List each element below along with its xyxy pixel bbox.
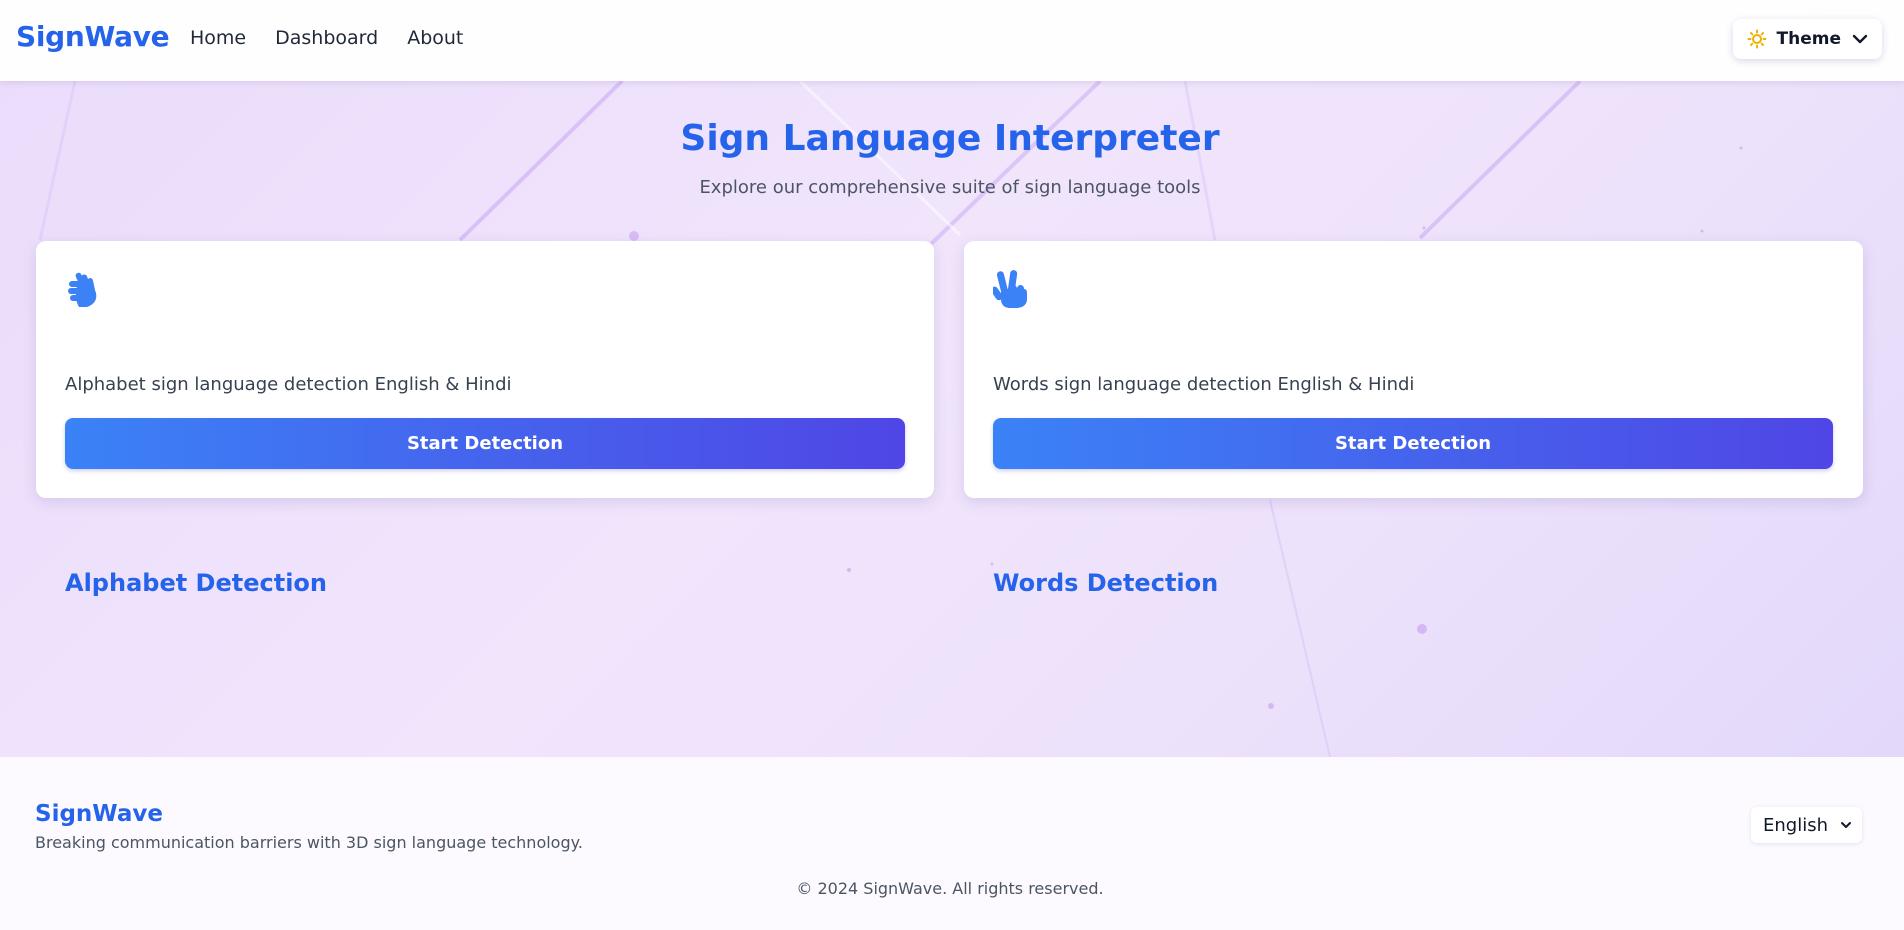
peace-hand-icon	[990, 269, 1029, 309]
alphabet-detection-card: Alphabet Detection Alphabet sign languag…	[36, 241, 934, 597]
words-detection-card: Words Detection Words sign language dete…	[964, 241, 1863, 597]
nav-about-link[interactable]: About	[407, 27, 463, 49]
start-alphabet-detection-button[interactable]: Start Detection	[65, 418, 905, 469]
footer-logo: SignWave	[35, 801, 163, 827]
language-select[interactable]: English	[1751, 807, 1862, 843]
card-description: Alphabet sign language detection English…	[65, 374, 512, 395]
sign-language-hands-icon	[65, 269, 101, 309]
copyright-text: © 2024 SignWave. All rights reserved.	[796, 879, 1104, 898]
theme-label: Theme	[1776, 29, 1841, 49]
theme-toggle-button[interactable]: Theme	[1732, 19, 1882, 59]
nav-dashboard-link[interactable]: Dashboard	[275, 27, 378, 49]
page-subtitle: Explore our comprehensive suite of sign …	[699, 177, 1201, 198]
card-description: Words sign language detection English & …	[993, 374, 1415, 395]
card-title: Alphabet Detection	[65, 569, 327, 597]
card-title: Words Detection	[993, 569, 1219, 597]
nav-home-link[interactable]: Home	[190, 27, 246, 49]
start-words-detection-button[interactable]: Start Detection	[993, 418, 1833, 469]
page-title: Sign Language Interpreter	[680, 118, 1220, 159]
chevron-down-icon	[1840, 815, 1852, 836]
footer: SignWave Breaking communication barriers…	[0, 757, 1904, 930]
brand-logo[interactable]: SignWave	[16, 20, 170, 53]
sun-icon	[1747, 29, 1767, 49]
footer-tagline: Breaking communication barriers with 3D …	[35, 833, 583, 852]
chevron-down-icon	[1851, 30, 1869, 48]
main-nav: Home Dashboard About	[190, 27, 463, 49]
language-value: English	[1763, 814, 1828, 836]
top-navbar: SignWave Home Dashboard About Theme	[0, 0, 1904, 81]
